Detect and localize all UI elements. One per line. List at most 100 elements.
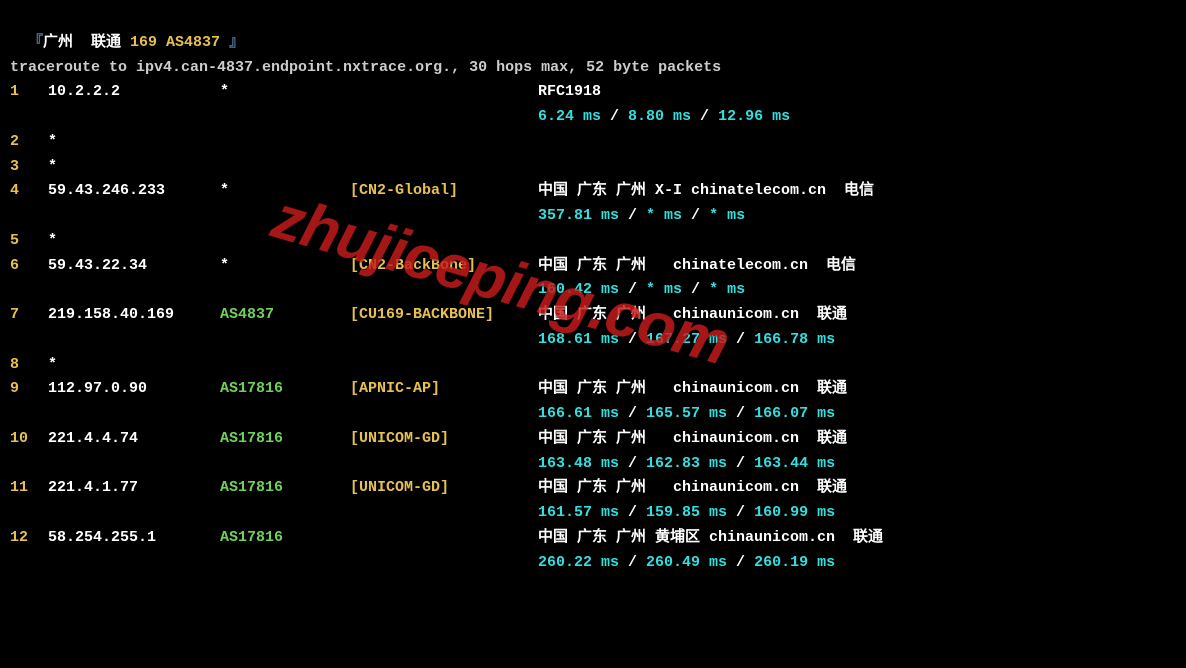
hop-asn: *: [220, 179, 350, 204]
hop-asn: AS17816: [220, 377, 350, 402]
hop-timings: 166.61 ms / 165.57 ms / 166.07 ms: [538, 402, 1176, 427]
hop-row: 659.43.22.34*[CN2-BackBone]中国 广东 广州 chin…: [10, 254, 1176, 304]
hop-number: 7: [10, 303, 48, 328]
timing-1: 357.81 ms: [538, 207, 619, 224]
hop-row: 9112.97.0.90AS17816[APNIC-AP]中国 广东 广州 ch…: [10, 377, 1176, 427]
hop-timings: 6.24 ms / 8.80 ms / 12.96 ms: [538, 105, 1176, 130]
timing-3: 163.44 ms: [754, 455, 835, 472]
hop-timings: 168.61 ms / 167.27 ms / 166.78 ms: [538, 328, 1176, 353]
traceroute-command: traceroute to ipv4.can-4837.endpoint.nxt…: [10, 56, 1176, 81]
hop-ip: 59.43.22.34: [48, 254, 220, 279]
hop-ip: 58.254.255.1: [48, 526, 220, 551]
hop-ip: 221.4.1.77: [48, 476, 220, 501]
hop-timeout: *: [48, 229, 220, 254]
timing-2: * ms: [646, 207, 682, 224]
timing-3: * ms: [709, 207, 745, 224]
hop-number: 3: [10, 155, 48, 180]
timing-2: 8.80 ms: [628, 108, 691, 125]
separator: /: [619, 504, 646, 521]
bracket-open: 『: [28, 34, 43, 51]
hop-details: 中国 广东 广州 chinatelecom.cn 电信 160.42 ms / *…: [538, 254, 1176, 304]
hop-number: 4: [10, 179, 48, 204]
hop-location: 中国 广东 广州 chinaunicom.cn 联通: [538, 380, 847, 397]
timing-3: 166.07 ms: [754, 405, 835, 422]
hop-details: 中国 广东 广州 黄埔区 chinaunicom.cn 联通 260.22 ms …: [538, 526, 1176, 576]
hop-asn: *: [220, 80, 350, 105]
timing-2: 162.83 ms: [646, 455, 727, 472]
hop-accent: X-I: [655, 182, 682, 199]
hop-asn: AS17816: [220, 427, 350, 452]
hop-number: 10: [10, 427, 48, 452]
header-loc: 广州 联通: [43, 34, 130, 51]
hop-ip: 221.4.4.74: [48, 427, 220, 452]
timing-1: 163.48 ms: [538, 455, 619, 472]
timing-3: 12.96 ms: [718, 108, 790, 125]
hop-location: 中国 广东 广州 chinaunicom.cn 联通: [538, 430, 847, 447]
hop-timings: 357.81 ms / * ms / * ms: [538, 204, 1176, 229]
hop-asn: AS17816: [220, 476, 350, 501]
timing-2: 260.49 ms: [646, 554, 727, 571]
hop-ip: 219.158.40.169: [48, 303, 220, 328]
hop-location: 中国 广东 广州: [538, 182, 655, 199]
hop-timeout: *: [48, 155, 220, 180]
timing-3: 166.78 ms: [754, 331, 835, 348]
hop-details: 中国 广东 广州 X-I chinatelecom.cn 电信 357.81 ms…: [538, 179, 1176, 229]
separator: /: [682, 281, 709, 298]
hop-timings: 163.48 ms / 162.83 ms / 163.44 ms: [538, 452, 1176, 477]
timing-1: 166.61 ms: [538, 405, 619, 422]
hop-details: 中国 广东 广州 chinaunicom.cn 联通 168.61 ms / 16…: [538, 303, 1176, 353]
timing-2: * ms: [646, 281, 682, 298]
hop-timeout: *: [48, 353, 220, 378]
timing-3: * ms: [709, 281, 745, 298]
timing-2: 159.85 ms: [646, 504, 727, 521]
timing-1: 168.61 ms: [538, 331, 619, 348]
hop-location: 中国 广东 广州 chinaunicom.cn 联通: [538, 479, 847, 496]
separator: /: [727, 504, 754, 521]
hop-location: 中国 广东 广州 黄埔区 chinaunicom.cn 联通: [538, 529, 883, 546]
separator: /: [619, 281, 646, 298]
hop-asn: *: [220, 254, 350, 279]
hop-row: 1258.254.255.1AS17816中国 广东 广州 黄埔区 chinau…: [10, 526, 1176, 576]
separator: /: [727, 331, 754, 348]
hop-network-tag: [CN2-BackBone]: [350, 254, 538, 279]
separator: /: [682, 207, 709, 224]
timing-3: 260.19 ms: [754, 554, 835, 571]
hop-network-tag: [CN2-Global]: [350, 179, 538, 204]
hop-timings: 260.22 ms / 260.49 ms / 260.19 ms: [538, 551, 1176, 576]
hop-number: 8: [10, 353, 48, 378]
hop-row: 459.43.246.233*[CN2-Global]中国 广东 广州 X-I …: [10, 179, 1176, 229]
timing-3: 160.99 ms: [754, 504, 835, 521]
hop-number: 1: [10, 80, 48, 105]
timing-1: 161.57 ms: [538, 504, 619, 521]
hop-ip: 10.2.2.2: [48, 80, 220, 105]
bracket-close: 』: [229, 34, 244, 51]
hop-number: 2: [10, 130, 48, 155]
hop-number: 5: [10, 229, 48, 254]
separator: /: [619, 554, 646, 571]
hop-details: 中国 广东 广州 chinaunicom.cn 联通 163.48 ms / 16…: [538, 427, 1176, 477]
hop-network-tag: [APNIC-AP]: [350, 377, 538, 402]
separator: /: [619, 405, 646, 422]
hop-timings: 160.42 ms / * ms / * ms: [538, 278, 1176, 303]
separator: /: [619, 331, 646, 348]
hop-row: 11221.4.1.77AS17816[UNICOM-GD]中国 广东 广州 c…: [10, 476, 1176, 526]
timing-2: 167.27 ms: [646, 331, 727, 348]
separator: /: [619, 207, 646, 224]
hop-row: 5*: [10, 229, 1176, 254]
hop-row: 8*: [10, 353, 1176, 378]
hop-location: 中国 广东 广州 chinatelecom.cn 电信: [538, 257, 856, 274]
hop-location: 中国 广东 广州 chinaunicom.cn 联通: [538, 306, 847, 323]
hop-number: 9: [10, 377, 48, 402]
hop-number: 11: [10, 476, 48, 501]
hop-row: 10221.4.4.74AS17816[UNICOM-GD]中国 广东 广州 c…: [10, 427, 1176, 477]
hop-number: 6: [10, 254, 48, 279]
separator: /: [727, 405, 754, 422]
hop-isp: chinatelecom.cn 电信: [682, 182, 874, 199]
hops-container: 110.2.2.2*RFC19186.24 ms / 8.80 ms / 12.…: [10, 80, 1176, 575]
hop-location: RFC1918: [538, 83, 601, 100]
separator: /: [601, 108, 628, 125]
timing-1: 160.42 ms: [538, 281, 619, 298]
separator: /: [691, 108, 718, 125]
separator: /: [727, 554, 754, 571]
separator: /: [619, 455, 646, 472]
